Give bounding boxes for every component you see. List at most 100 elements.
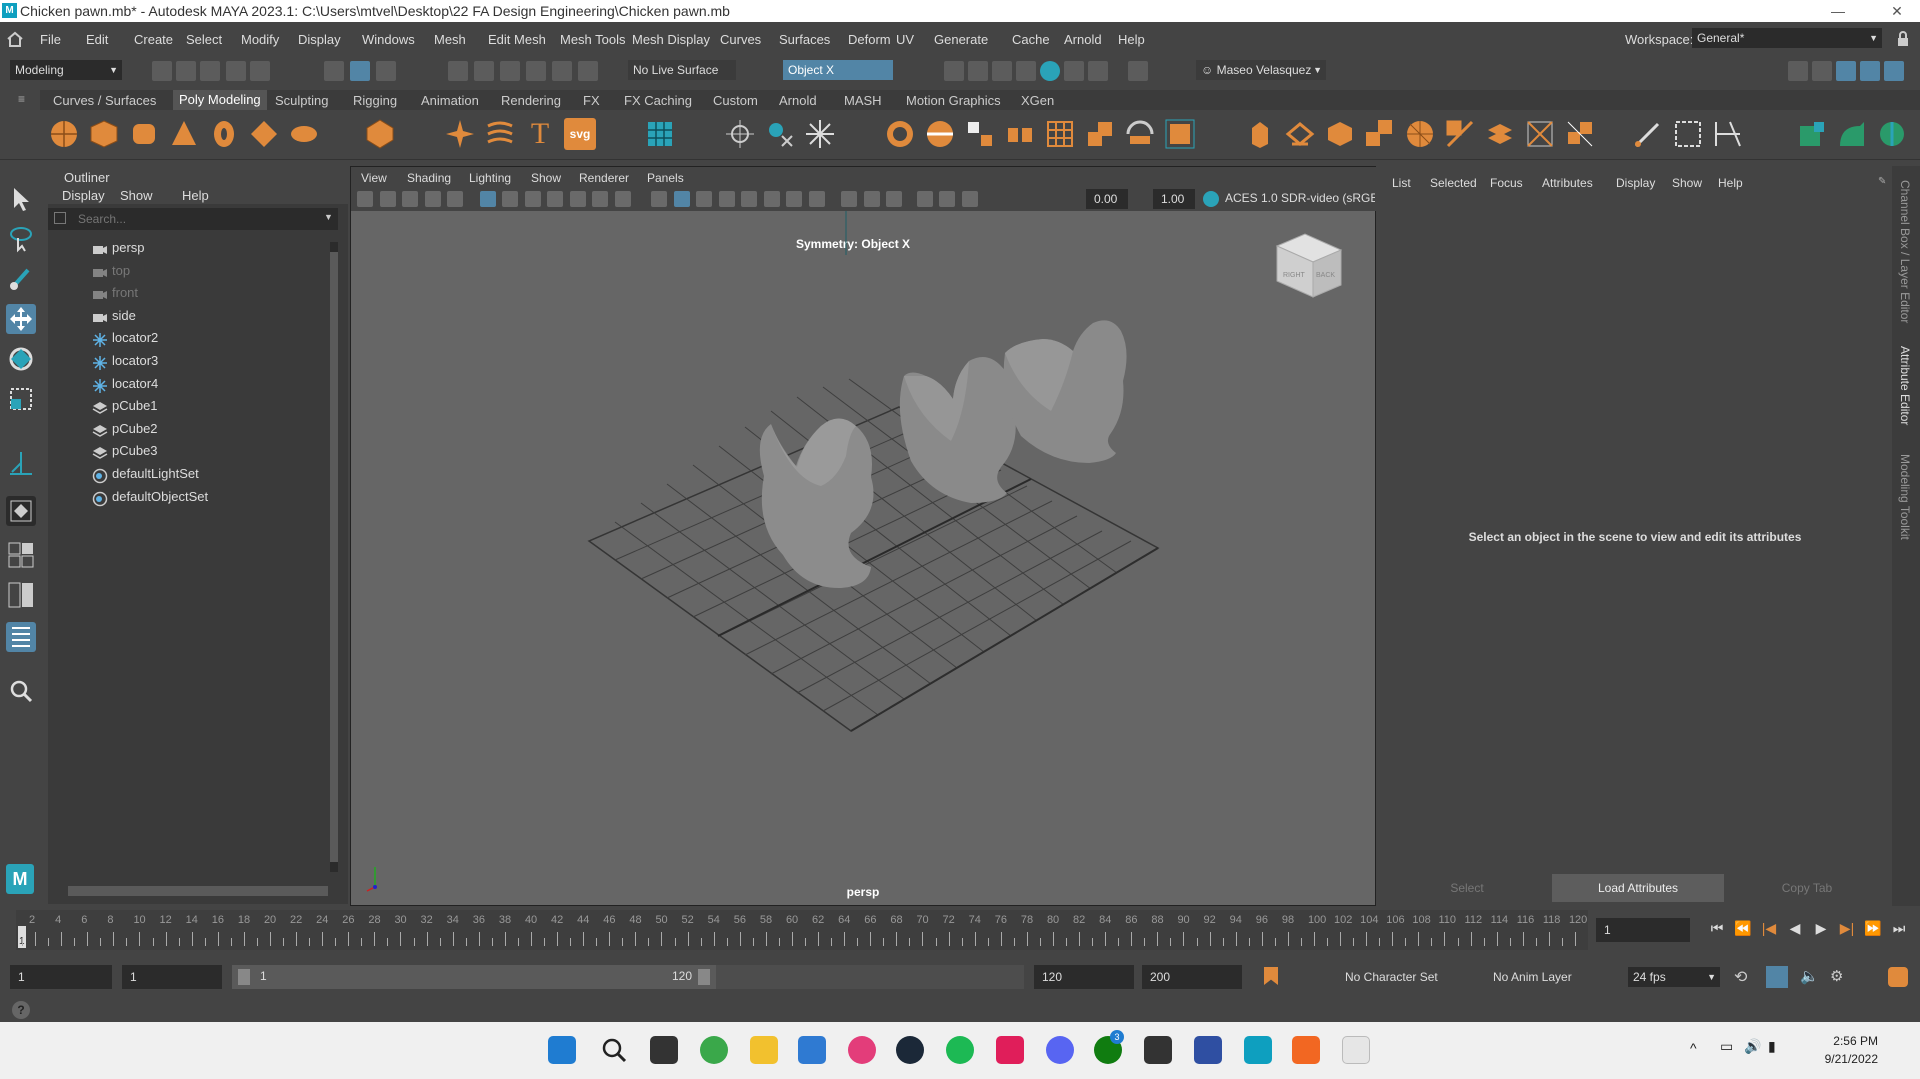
arnold-render-icon[interactable] <box>1064 61 1084 81</box>
menu-surfaces[interactable]: Surfaces <box>779 32 830 47</box>
attr-menu-selected[interactable]: Selected <box>1430 176 1477 190</box>
scene-end-field[interactable]: 200 <box>1142 965 1242 989</box>
menu-arnold[interactable]: Arnold <box>1064 32 1102 47</box>
depth-of-field-icon[interactable] <box>863 191 880 207</box>
menu-display[interactable]: Display <box>298 32 341 47</box>
attr-select-button[interactable]: Select <box>1382 874 1552 902</box>
multisample-icon[interactable] <box>841 191 857 207</box>
outliner-item[interactable]: defaultObjectSet <box>92 489 208 509</box>
attribute-editor-toggle-icon[interactable] <box>1836 61 1856 81</box>
paint-select-tool-icon[interactable] <box>6 264 36 294</box>
outliner-item[interactable]: locator4 <box>93 376 158 396</box>
snipping-tool-icon[interactable] <box>1342 1036 1370 1064</box>
range-start-handle[interactable] <box>238 969 250 985</box>
outliner-item[interactable]: front <box>93 285 138 305</box>
poly-torus-icon[interactable] <box>208 118 240 150</box>
character-controls-icon[interactable] <box>1812 61 1832 81</box>
character-set-dropdown[interactable]: No Character Set <box>1340 967 1472 987</box>
outliner-item[interactable]: persp <box>93 240 145 260</box>
pin-icon[interactable]: ✎ <box>1878 176 1888 187</box>
bounding-box-icon[interactable] <box>1672 118 1704 150</box>
svg-tool-icon[interactable]: svg <box>564 118 596 150</box>
wireframe-on-shaded-icon[interactable] <box>696 191 712 207</box>
live-surface-field[interactable]: No Live Surface <box>628 60 736 80</box>
textured-icon[interactable] <box>718 191 735 207</box>
camera-select-icon[interactable] <box>357 191 373 207</box>
bookmark-icon[interactable] <box>402 191 418 207</box>
step-back-key-icon[interactable]: ⏪ <box>1732 920 1754 940</box>
discord-icon[interactable] <box>1046 1036 1074 1064</box>
spotify-icon[interactable] <box>946 1036 974 1064</box>
outliner-layout-icon[interactable] <box>6 622 36 652</box>
menu-set-dropdown[interactable]: Modeling ▼ <box>10 60 122 80</box>
clock-date[interactable]: 9/21/2022 <box>1808 1052 1878 1066</box>
camera-attr-icon[interactable] <box>379 191 396 207</box>
poly-plane-icon[interactable] <box>248 118 280 150</box>
outliner-vscrollbar[interactable] <box>330 242 338 872</box>
view-cube[interactable]: RIGHT BACK <box>1275 233 1343 298</box>
render-view-icon[interactable] <box>944 61 964 81</box>
extrude-icon[interactable] <box>1244 118 1276 150</box>
reduce-icon[interactable] <box>1164 118 1196 150</box>
play-backwards-icon[interactable]: ◀ <box>1784 920 1806 940</box>
hypershade-icon[interactable] <box>1040 61 1060 81</box>
copy-tab-button[interactable]: Copy Tab <box>1724 874 1890 902</box>
append-polygon-icon[interactable] <box>1364 118 1396 150</box>
menu-cache[interactable]: Cache <box>1012 32 1050 47</box>
separate-icon[interactable] <box>924 118 956 150</box>
modeling-toolkit-icon[interactable] <box>1788 61 1808 81</box>
extract-icon[interactable] <box>1004 118 1036 150</box>
new-scene-icon[interactable] <box>152 61 172 81</box>
maya-taskbar-icon[interactable] <box>1244 1036 1272 1064</box>
play-forwards-icon[interactable]: ▶ <box>1810 920 1832 940</box>
gamma-field[interactable]: 1.00 <box>1153 189 1195 209</box>
tab-xgen[interactable]: XGen <box>1021 93 1054 108</box>
single-perspective-layout-icon[interactable] <box>6 496 36 526</box>
auto-key-icon[interactable] <box>1766 966 1788 988</box>
time-slider[interactable]: 1 24681012141618202224262830323436384042… <box>0 910 1920 950</box>
scale-tool-icon[interactable] <box>6 384 36 414</box>
menu-mesh[interactable]: Mesh <box>434 32 466 47</box>
outliner-item[interactable]: pCube3 <box>92 443 158 463</box>
smooth-icon[interactable] <box>964 118 996 150</box>
safe-action-icon[interactable] <box>592 191 608 207</box>
save-scene-icon[interactable] <box>200 61 220 81</box>
outliner-item[interactable]: locator3 <box>93 353 158 373</box>
viewport-panel[interactable]: View Shading Lighting Show Renderer Panels 0.… <box>350 166 1377 906</box>
outliner-item[interactable]: top <box>93 263 130 283</box>
animation-prefs-icon[interactable] <box>1888 967 1908 987</box>
menu-windows[interactable]: Windows <box>362 32 415 47</box>
outliner-search-input[interactable] <box>78 210 308 228</box>
xray-joints-icon[interactable] <box>939 191 955 207</box>
outliner-menu-display[interactable]: Display <box>62 188 105 203</box>
snap-surface-icon[interactable] <box>552 61 572 81</box>
viewport-menu-renderer[interactable]: Renderer <box>579 171 629 185</box>
go-to-end-icon[interactable]: ⏭ <box>1888 920 1910 940</box>
channel-box-toggle-icon[interactable] <box>1884 61 1904 81</box>
range-end-handle[interactable] <box>698 969 710 985</box>
steam-icon[interactable] <box>896 1036 924 1064</box>
poly-cone-icon[interactable] <box>168 118 200 150</box>
tab-motion-graphics[interactable]: Motion Graphics <box>906 93 1001 108</box>
resolution-gate-icon[interactable] <box>524 191 541 207</box>
poly-cube-icon[interactable] <box>88 118 120 150</box>
windows-start-icon[interactable] <box>548 1036 576 1064</box>
go-to-start-icon[interactable]: ⏮ <box>1706 920 1728 940</box>
viewport-menu-show[interactable]: Show <box>531 171 561 185</box>
snap-view-icon[interactable] <box>526 61 546 81</box>
volume-icon[interactable]: 🔊 <box>1744 1038 1761 1055</box>
xbox-icon[interactable]: 3 <box>1094 1030 1124 1064</box>
sculpt-mesh-icon[interactable] <box>1836 118 1868 150</box>
persp-outliner-layout-icon[interactable] <box>6 580 36 610</box>
arnold-ipr-icon[interactable] <box>1088 61 1108 81</box>
tab-modeling-toolkit[interactable]: Modeling Toolkit <box>1898 454 1912 540</box>
use-lights-icon[interactable] <box>741 191 757 207</box>
file-explorer-icon[interactable] <box>750 1036 778 1064</box>
fusion360-icon[interactable] <box>1292 1036 1320 1064</box>
tool-settings-toggle-icon[interactable] <box>1860 61 1880 81</box>
attr-menu-attributes[interactable]: Attributes <box>1542 176 1593 190</box>
snap-point-icon[interactable] <box>500 61 520 81</box>
menu-mesh-tools[interactable]: Mesh Tools <box>560 32 626 47</box>
paint-weights-icon[interactable] <box>1632 118 1664 150</box>
select-component-icon[interactable] <box>376 61 396 81</box>
